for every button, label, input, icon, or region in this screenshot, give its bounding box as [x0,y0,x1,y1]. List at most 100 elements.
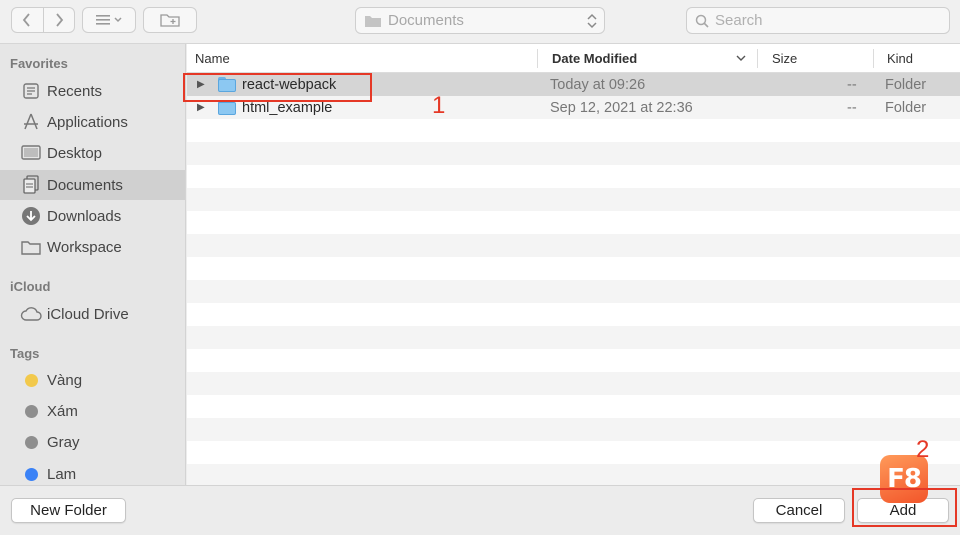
favorites-section-title: Favorites [10,56,68,71]
sidebar-item-label: Gray [47,433,80,451]
search-icon [695,14,709,28]
sidebar-item-label: Applications [47,113,128,131]
file-date: Today at 09:26 [550,76,646,93]
empty-row [187,142,960,165]
annotation-number-2: 2 [916,436,930,463]
sidebar-tag-vang[interactable]: Vàng [0,365,185,395]
desktop-icon [20,142,42,164]
empty-row [187,418,960,441]
sidebar-item-applications[interactable]: Applications [0,107,185,137]
empty-row [187,165,960,188]
file-date: Sep 12, 2021 at 22:36 [550,99,693,116]
empty-row [187,441,960,464]
annotation-number-1: 1 [432,92,446,119]
column-divider[interactable] [757,49,758,68]
chevron-updown-icon [587,13,597,29]
view-options-content [83,8,135,32]
empty-row [187,372,960,395]
sidebar-item-downloads[interactable]: Downloads [0,201,185,231]
column-size-header[interactable]: Size [772,44,797,73]
empty-row [187,303,960,326]
column-header: Name Date Modified Size Kind [187,44,960,73]
empty-row [187,464,960,485]
blue-tag-icon [24,467,38,481]
empty-row [187,326,960,349]
empty-row [187,280,960,303]
folder-plus-icon [160,14,180,27]
sidebar-item-label: Recents [47,82,103,100]
column-name-header[interactable]: Name [195,44,230,73]
back-button[interactable] [12,8,43,32]
empty-row [187,119,960,142]
document-icon [20,174,42,196]
chevron-left-icon [23,13,31,27]
toolbar: Documents [0,0,960,44]
sidebar-item-label: iCloud Drive [47,305,129,323]
location-label: Documents [388,12,464,29]
list-view-icon [96,15,122,25]
sidebar-item-icloud-drive[interactable]: iCloud Drive [0,299,185,329]
sidebar-tag-lam[interactable]: Lam [0,459,185,485]
annotation-highlight-1 [183,73,372,102]
tag-dot-wrap [20,369,42,391]
folder-icon [365,15,381,27]
bottom-bar: New Folder Cancel Add [0,485,960,535]
new-folder-toolbar-content [144,8,196,32]
file-size: -- [847,99,857,116]
empty-row [187,395,960,418]
sidebar-item-label: Vàng [47,371,83,389]
empty-row [187,257,960,280]
column-date-header[interactable]: Date Modified [552,44,637,73]
column-divider[interactable] [537,49,538,68]
file-size: -- [847,76,857,93]
folder-icon [20,236,42,258]
yellow-tag-icon [24,373,38,387]
column-divider[interactable] [873,49,874,68]
file-list: Name Date Modified Size Kind ▶ react-web… [187,44,960,485]
cancel-button[interactable]: Cancel [753,498,845,523]
search-field[interactable] [686,7,950,34]
gray-tag-icon [24,404,38,418]
sidebar: Favorites Recents Applications Desktop D… [0,44,186,485]
icloud-section-title: iCloud [10,279,51,294]
sidebar-item-label: Desktop [47,144,103,162]
sidebar-item-desktop[interactable]: Desktop [0,138,185,168]
sidebar-tag-xam[interactable]: Xám [0,396,185,426]
sidebar-item-documents[interactable]: Documents [0,170,185,200]
sidebar-item-label: Workspace [47,238,122,256]
sidebar-item-workspace[interactable]: Workspace [0,232,185,262]
empty-row [187,234,960,257]
tag-dot-wrap [20,400,42,422]
search-input[interactable] [715,12,935,29]
file-kind: Folder [885,76,927,93]
sidebar-item-label: Downloads [47,207,122,225]
annotation-highlight-2 [852,488,957,527]
new-folder-toolbar-button[interactable] [143,7,197,33]
clock-icon [20,80,42,102]
empty-row [187,211,960,234]
view-options-button[interactable] [82,7,136,33]
tags-section-title: Tags [10,346,40,361]
empty-row [187,188,960,211]
new-folder-button[interactable]: New Folder [11,498,126,523]
chevron-right-icon [56,13,64,27]
location-popup[interactable]: Documents [355,7,605,34]
gray-tag-icon [24,435,38,449]
cloud-icon [20,303,42,325]
file-rows: ▶ react-webpack Today at 09:26 -- Folder… [187,73,960,485]
sort-chevron-icon[interactable] [736,44,746,73]
forward-button[interactable] [42,8,74,32]
tag-dot-wrap [20,431,42,453]
file-kind: Folder [885,99,927,116]
sidebar-item-label: Xám [47,402,78,420]
sidebar-item-label: Documents [47,176,123,194]
tag-dot-wrap [20,463,42,485]
sidebar-tag-gray[interactable]: Gray [0,427,185,457]
sidebar-item-recents[interactable]: Recents [0,76,185,106]
applications-icon [20,111,42,133]
download-icon [20,205,42,227]
empty-row [187,349,960,372]
column-kind-header[interactable]: Kind [887,44,913,73]
navigation-buttons [11,7,75,33]
sidebar-item-label: Lam [47,465,77,483]
